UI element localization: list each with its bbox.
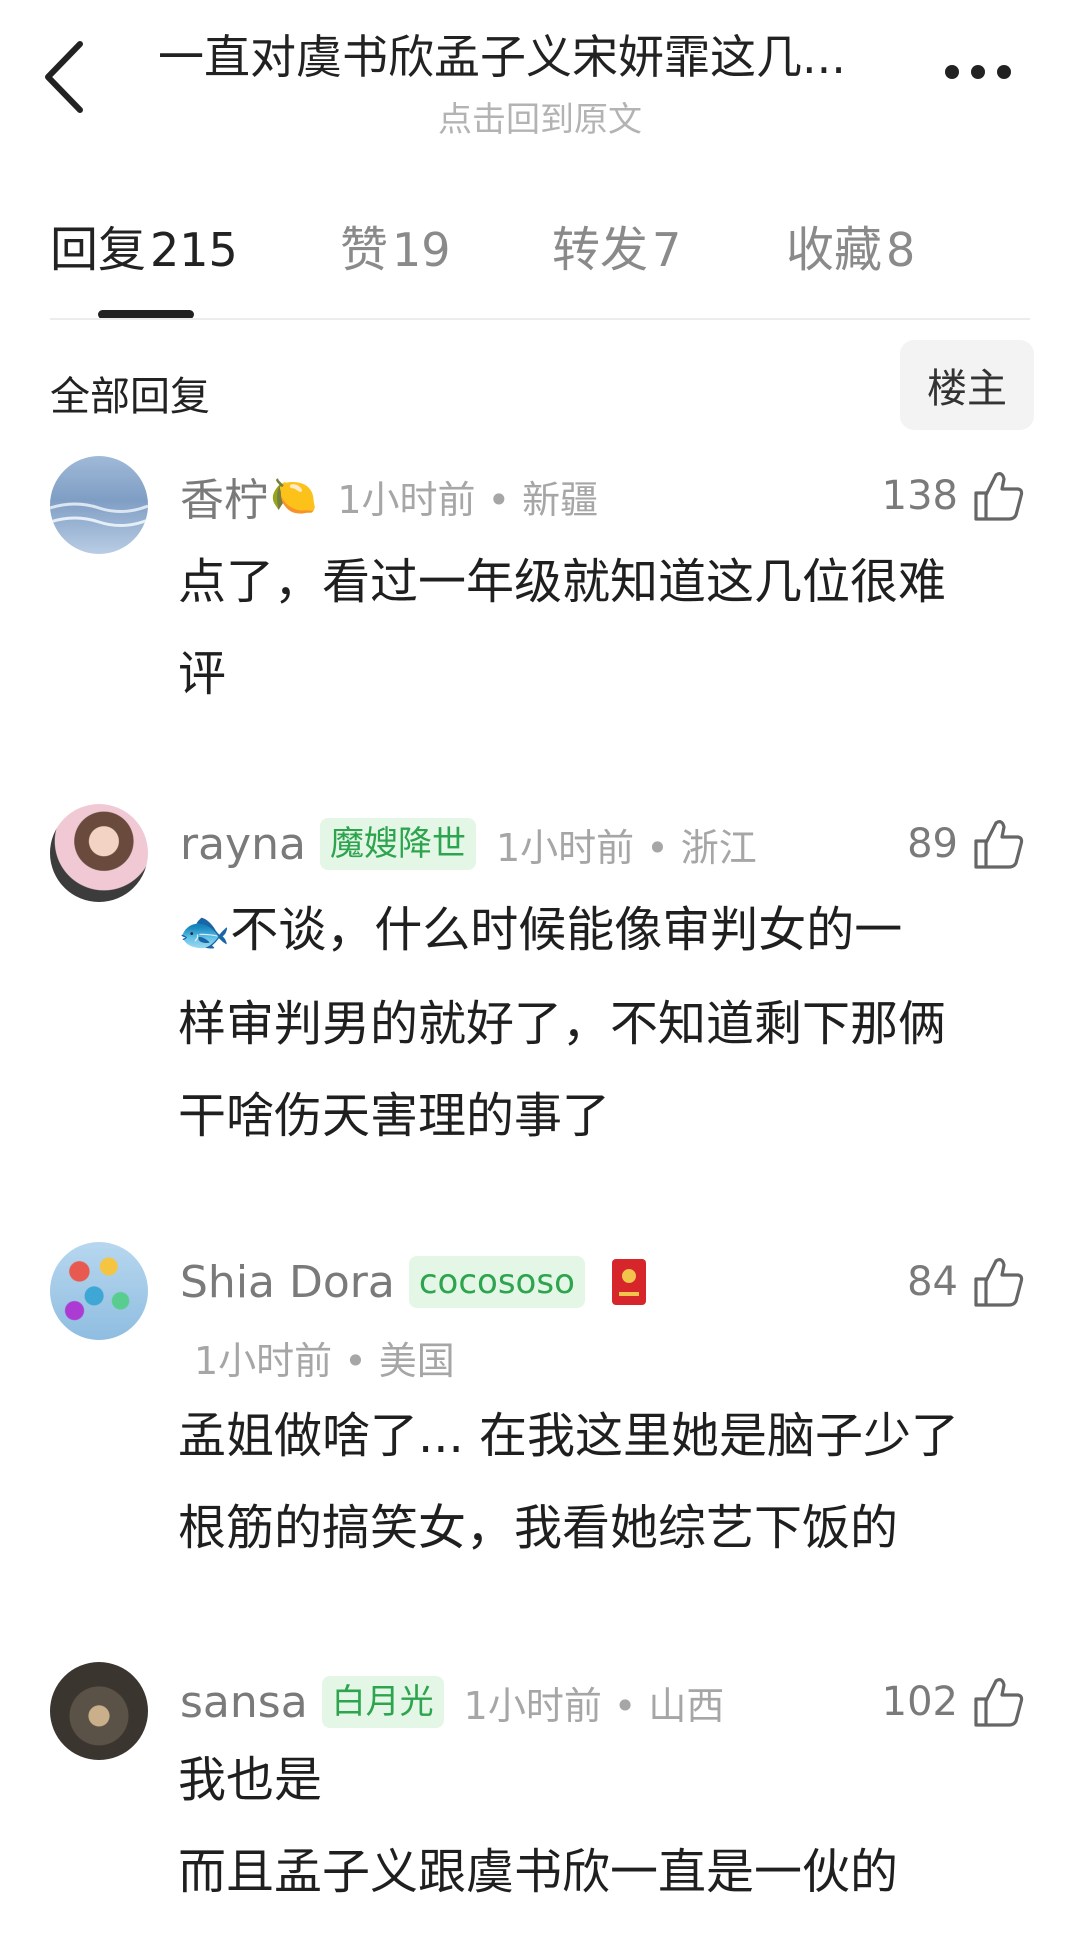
comment-text: 🐟不谈，什么时候能像审判女的一 样审判男的就好了，不知道剩下那俩 干啥伤天害理的… xyxy=(178,884,1028,1162)
like-count: 102 xyxy=(881,1679,958,1725)
tab-count: 7 xyxy=(652,223,682,277)
tab-count: 215 xyxy=(150,223,238,277)
fish-icon: 🐟 xyxy=(178,907,231,956)
username[interactable]: 香柠 xyxy=(180,464,268,528)
comment-time-location: 1小时前 • 山西 xyxy=(463,1683,725,1728)
like-count: 89 xyxy=(907,821,958,867)
comment-text: 孟姐做啥了... 在我这里她是脑子少了 根筋的搞笑女，我看她综艺下饭的 xyxy=(178,1390,1028,1574)
username[interactable]: Shia Dora xyxy=(180,1257,395,1308)
comment-meta: rayna 魔嫂降世 1小时前 • 浙江 xyxy=(180,814,757,874)
tab-divider xyxy=(50,318,1030,320)
comment-time-location: 1小时前 • 新疆 xyxy=(337,477,599,522)
comment-line: 干啥伤天害理的事了 xyxy=(178,1088,611,1144)
tab-replies[interactable]: 回复215 xyxy=(50,210,238,280)
comment-text: 点了，看过一年级就知道这几位很难 评 xyxy=(178,536,1028,720)
tab-favorites[interactable]: 收藏8 xyxy=(786,210,915,280)
red-packet-icon xyxy=(611,1259,646,1305)
like-control[interactable]: 138 xyxy=(882,466,1024,526)
user-badge: cocososo xyxy=(408,1256,585,1308)
back-to-original-link[interactable]: 点击回到原文 xyxy=(0,92,1080,141)
thumbs-up-icon[interactable] xyxy=(972,817,1024,871)
comment-line: 点了，看过一年级就知道这几位很难 xyxy=(178,554,947,610)
comment-line: 🐟不谈，什么时候能像审判女的一 xyxy=(178,884,1028,978)
comment-meta: Shia Dora cocososo xyxy=(180,1252,647,1312)
avatar[interactable] xyxy=(50,1662,148,1760)
username[interactable]: rayna xyxy=(180,819,306,870)
thumbs-up-icon[interactable] xyxy=(972,1255,1024,1309)
tab-count: 19 xyxy=(392,223,451,277)
tab-count: 8 xyxy=(886,223,916,277)
tab-label: 转发 xyxy=(552,222,649,278)
post-title[interactable]: 一直对虞书欣孟子义宋妍霏这几... xyxy=(158,28,898,86)
avatar[interactable] xyxy=(50,456,148,554)
all-replies-title: 全部回复 xyxy=(50,374,210,420)
comment-meta: 香柠 🍋 1小时前 • 新疆 xyxy=(180,464,599,528)
comment-line: 根筋的搞笑女，我看她综艺下饭的 xyxy=(178,1500,899,1556)
tab-likes[interactable]: 赞19 xyxy=(340,210,451,280)
comment-line: 而且孟子义跟虞书欣一直是一伙的 xyxy=(178,1844,899,1900)
like-control[interactable]: 102 xyxy=(882,1672,1024,1732)
tab-label: 回复 xyxy=(50,222,147,278)
like-control[interactable]: 84 xyxy=(907,1252,1024,1312)
user-badge: 白月光 xyxy=(321,1676,444,1728)
comment-line: 孟姐做啥了... 在我这里她是脑子少了 xyxy=(178,1408,960,1464)
comment-line: 我也是 xyxy=(178,1752,323,1808)
comment-line: 样审判男的就好了，不知道剩下那俩 xyxy=(178,996,947,1052)
like-count: 84 xyxy=(907,1259,958,1305)
op-filter-button[interactable]: 楼主 xyxy=(900,340,1034,430)
tab-bar: 回复215 赞19 转发7 收藏8 xyxy=(50,210,1050,300)
tab-label: 收藏 xyxy=(786,222,883,278)
comment-text: 我也是 而且孟子义跟虞书欣一直是一伙的 xyxy=(178,1734,1028,1918)
lemon-icon: 🍋 xyxy=(270,473,318,518)
tab-reposts[interactable]: 转发7 xyxy=(552,210,681,280)
like-count: 138 xyxy=(881,473,958,519)
comment-time-location: 1小时前 • 美国 xyxy=(194,1339,455,1383)
user-badge: 魔嫂降世 xyxy=(319,818,476,870)
top-bar: 一直对虞书欣孟子义宋妍霏这几... 点击回到原文 xyxy=(0,0,1080,150)
thumbs-up-icon[interactable] xyxy=(972,469,1024,523)
comment-line: 评 xyxy=(178,646,227,702)
like-control[interactable]: 89 xyxy=(907,814,1024,874)
avatar[interactable] xyxy=(50,804,148,902)
comment-meta: sansa 白月光 1小时前 • 山西 xyxy=(180,1672,724,1732)
comment-time-location: 1小时前 • 浙江 xyxy=(495,825,757,870)
more-dots-icon[interactable] xyxy=(938,52,1018,92)
tab-label: 赞 xyxy=(340,222,389,278)
comment-line-text: 不谈，什么时候能像审判女的一 xyxy=(230,902,903,958)
avatar[interactable] xyxy=(50,1242,148,1340)
username[interactable]: sansa xyxy=(180,1677,308,1728)
thumbs-up-icon[interactable] xyxy=(972,1675,1024,1729)
